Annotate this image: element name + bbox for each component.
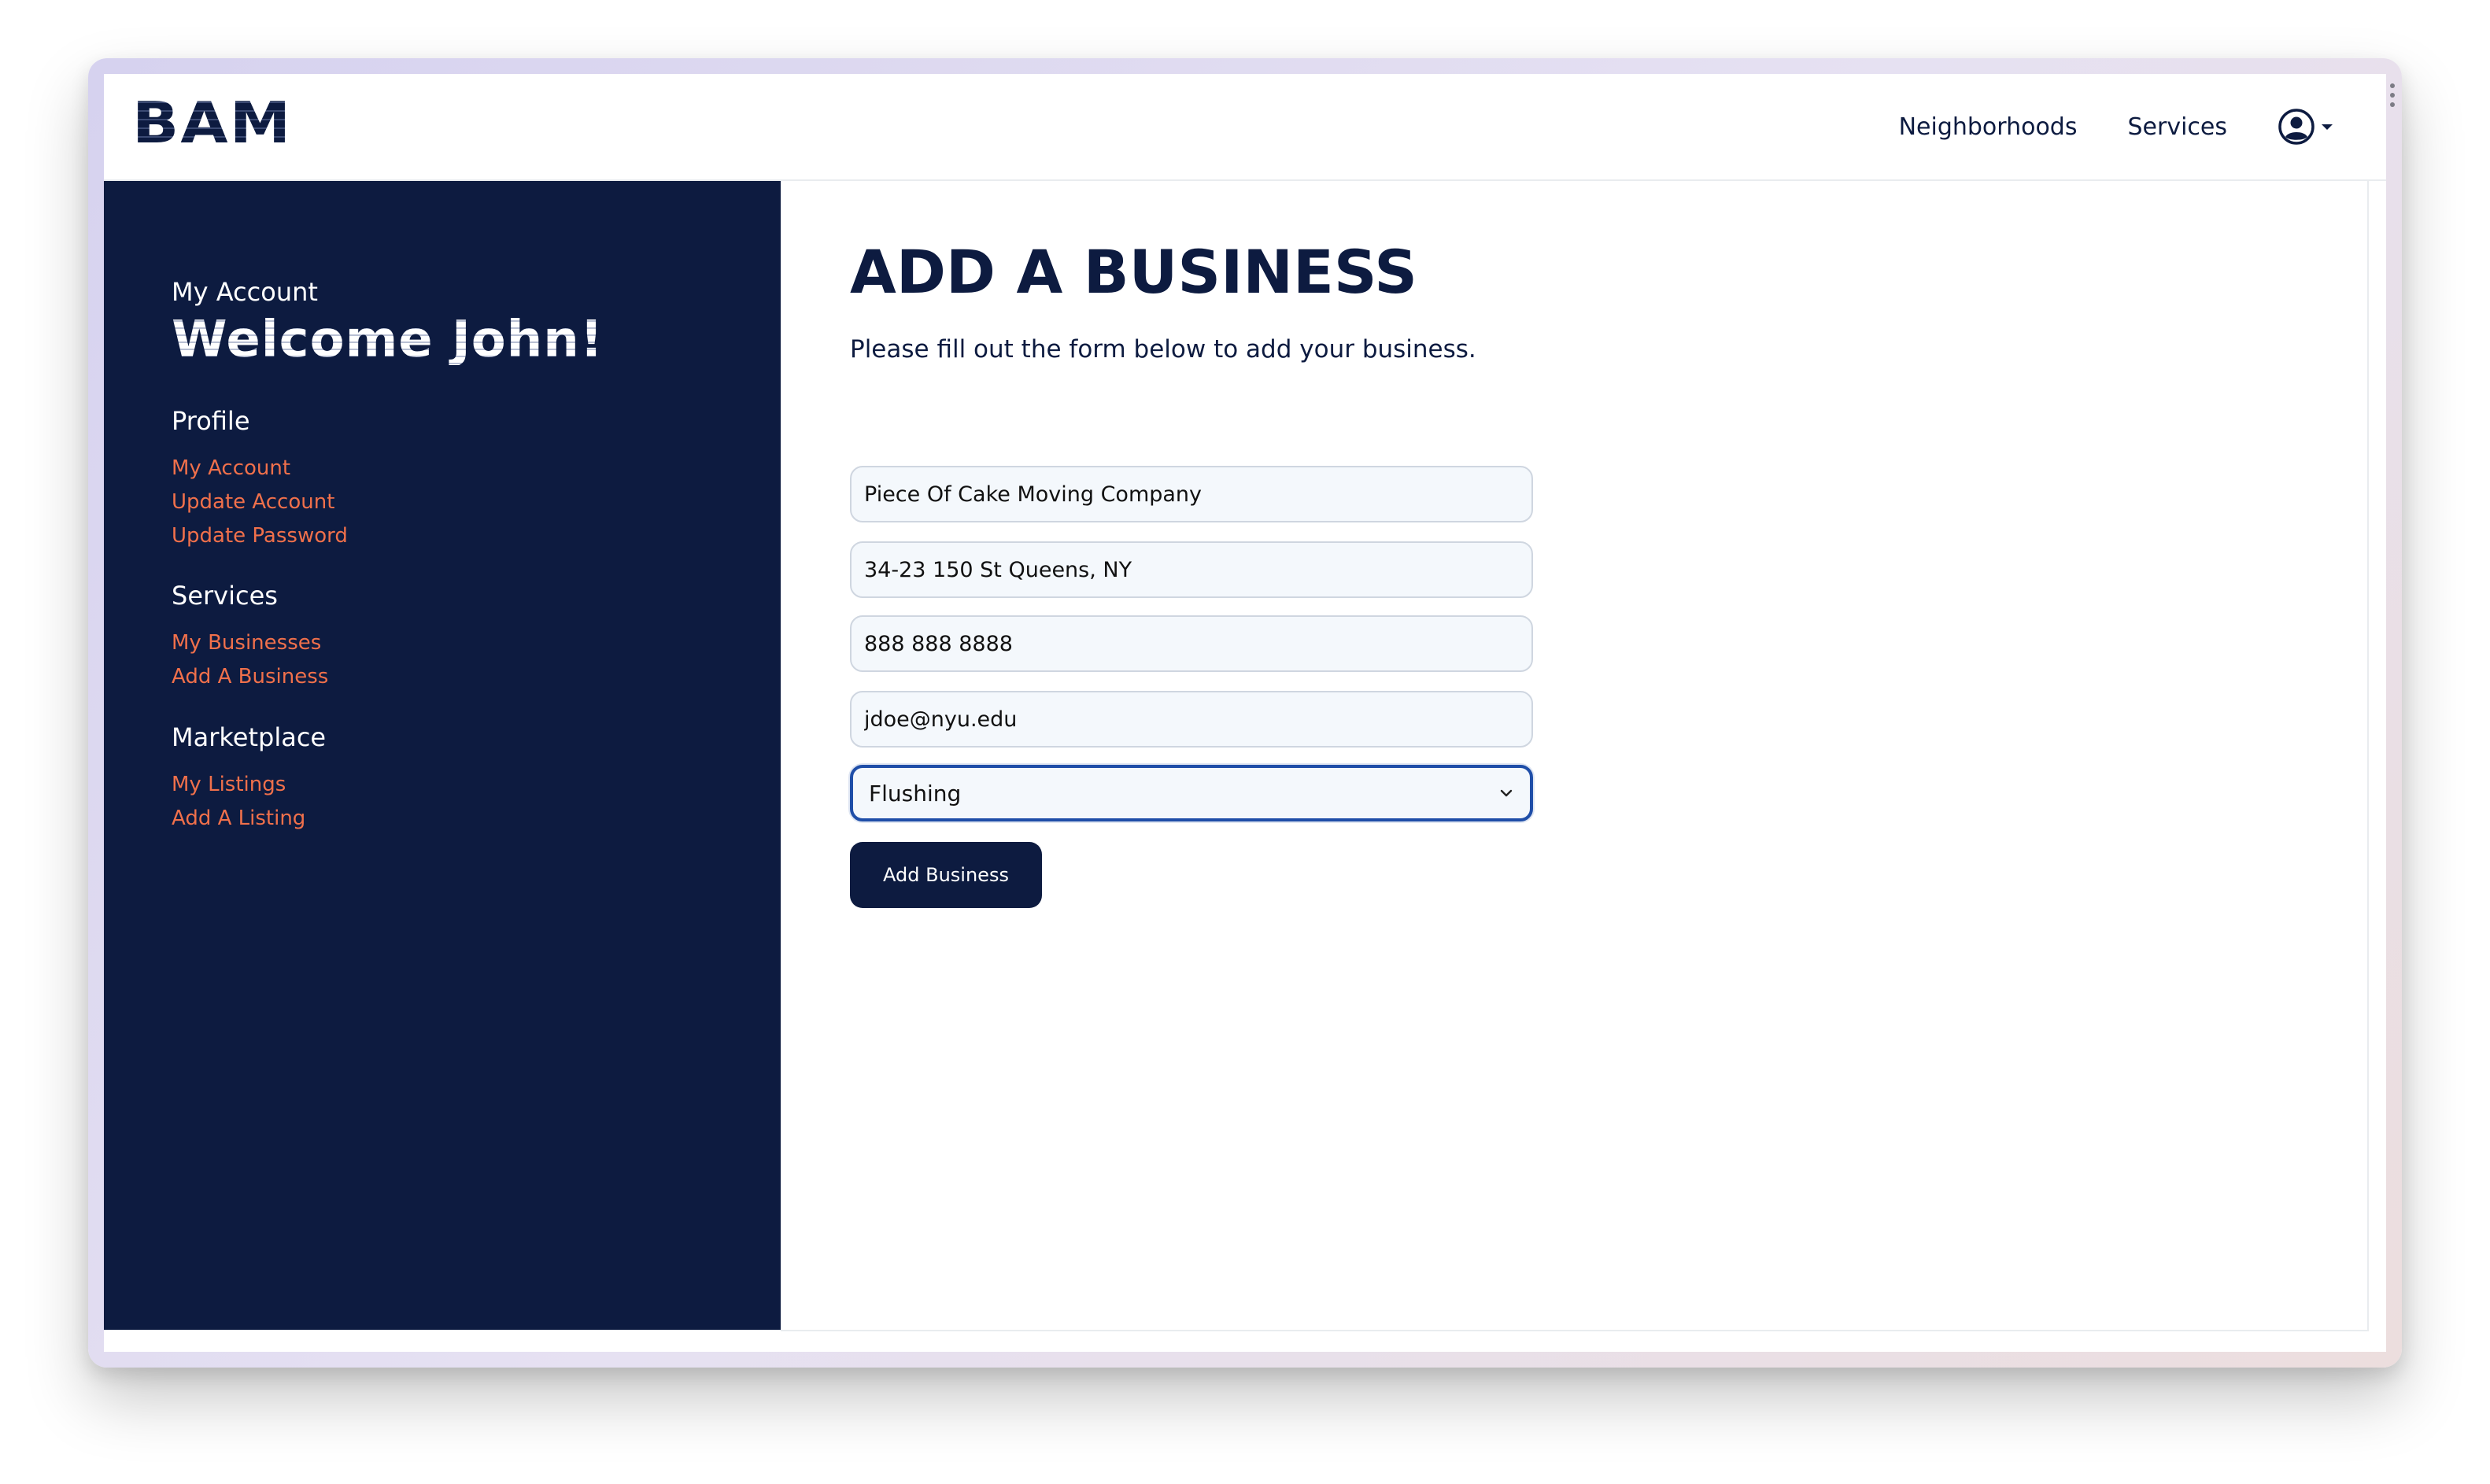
grip-dot	[2390, 93, 2395, 98]
sidebar-link-my-businesses[interactable]: My Businesses	[172, 626, 328, 660]
app-viewport: BAM Neighborhoods Services My Account We…	[104, 74, 2386, 1352]
neighborhood-select[interactable]: Flushing	[850, 765, 1533, 821]
sidebar-welcome-heading: Welcome John!	[172, 311, 604, 369]
nav-link-neighborhoods[interactable]: Neighborhoods	[1899, 113, 2078, 141]
sidebar-heading-marketplace: Marketplace	[172, 722, 327, 752]
sidebar-heading-profile: Profile	[172, 406, 250, 436]
business-name-input[interactable]	[850, 466, 1533, 522]
page-subtitle: Please fill out the form below to add yo…	[850, 335, 1476, 364]
sidebar-section-marketplace: Marketplace My Listings Add A Listing	[172, 722, 326, 836]
sidebar-link-my-account[interactable]: My Account	[172, 452, 348, 485]
sidebar: My Account Welcome John! Profile My Acco…	[104, 181, 781, 1330]
sidebar-link-my-listings[interactable]: My Listings	[172, 768, 326, 802]
page-title: ADD A BUSINESS	[850, 237, 1417, 307]
sidebar-link-update-account[interactable]: Update Account	[172, 485, 348, 519]
phone-input[interactable]	[850, 615, 1533, 672]
email-input[interactable]	[850, 691, 1533, 748]
sidebar-link-add-a-business[interactable]: Add A Business	[172, 660, 328, 694]
user-circle-icon	[2278, 109, 2315, 145]
bam-logo[interactable]: BAM	[132, 94, 292, 151]
neighborhood-select-value: Flushing	[869, 780, 962, 807]
sidebar-section-services: Services My Businesses Add A Business	[172, 581, 328, 694]
sidebar-heading-services: Services	[172, 581, 278, 611]
grip-dot	[2390, 83, 2395, 88]
sidebar-section-profile: Profile My Account Update Account Update…	[172, 406, 348, 553]
address-input[interactable]	[850, 541, 1533, 598]
window-grip-handle[interactable]	[2389, 83, 2396, 107]
sidebar-account-label: My Account	[172, 277, 318, 307]
sidebar-link-update-password[interactable]: Update Password	[172, 519, 348, 553]
caret-down-icon	[2322, 124, 2333, 130]
chevron-down-icon	[1500, 789, 1513, 797]
top-navbar: BAM Neighborhoods Services	[104, 74, 2386, 181]
add-business-button[interactable]: Add Business	[850, 842, 1042, 908]
grip-dot	[2390, 102, 2395, 107]
main-content: ADD A BUSINESS Please fill out the form …	[781, 181, 2369, 1331]
nav-links: Neighborhoods Services	[1849, 104, 2336, 150]
sidebar-link-add-a-listing[interactable]: Add A Listing	[172, 802, 326, 836]
user-menu-dropdown[interactable]	[2278, 108, 2336, 146]
nav-link-services[interactable]: Services	[2127, 113, 2227, 141]
